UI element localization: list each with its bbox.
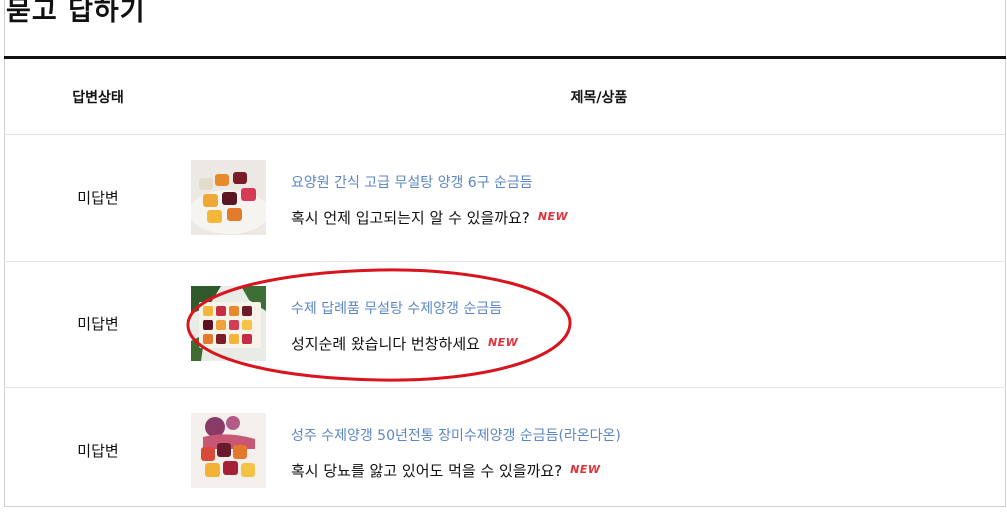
header-status: 답변상태 [72,90,124,106]
question-title[interactable]: 혹시 당뇨를 앓고 있어도 먹을 수 있을까요? [291,462,562,480]
question-title-row[interactable]: 혹시 언제 입고되는지 알 수 있을까요? NEW [291,207,568,228]
answer-status: 미답변 [77,189,119,207]
question-title[interactable]: 성지순례 왔습니다 번창하세요 [291,335,480,353]
product-thumbnail[interactable] [191,286,266,361]
table-row[interactable]: 미답변 성주 수제양갱 50년전통 장미수제양갱 순금듬(라온다온) 혹시 당뇨… [4,388,1006,506]
question-title-row[interactable]: 성지순례 왔습니다 번창하세요 NEW [291,333,518,354]
product-thumbnail[interactable] [191,160,266,235]
product-thumbnail[interactable] [191,413,266,488]
answer-status: 미답변 [77,442,119,460]
question-title[interactable]: 혹시 언제 입고되는지 알 수 있을까요? [291,209,530,227]
product-link[interactable]: 요양원 간식 고급 무설탕 양갱 6구 순금듬 [291,172,533,192]
table-header: 답변상태 제목/상품 [4,59,1006,135]
answer-status: 미답변 [77,315,119,333]
product-link[interactable]: 수제 답례품 무설탕 수제양갱 순금듬 [291,298,502,318]
header-subject: 제목/상품 [570,90,628,106]
new-badge: NEW [537,210,569,223]
question-title-row[interactable]: 혹시 당뇨를 앓고 있어도 먹을 수 있을까요? NEW [291,460,601,481]
page-title: 묻고 답하기 [6,0,146,27]
new-badge: NEW [487,336,519,349]
product-link[interactable]: 성주 수제양갱 50년전통 장미수제양갱 순금듬(라온다온) [291,425,621,445]
table-row[interactable]: 미답변 수제 답례품 무설탕 수제양갱 순금듬 성지순례 왔습니다 번창하세요 … [4,261,1006,388]
table-row[interactable]: 미답변 요양원 간식 고급 무설탕 양갱 6구 순금듬 혹시 언제 입고되는지 … [4,135,1006,262]
new-badge: NEW [570,463,601,476]
